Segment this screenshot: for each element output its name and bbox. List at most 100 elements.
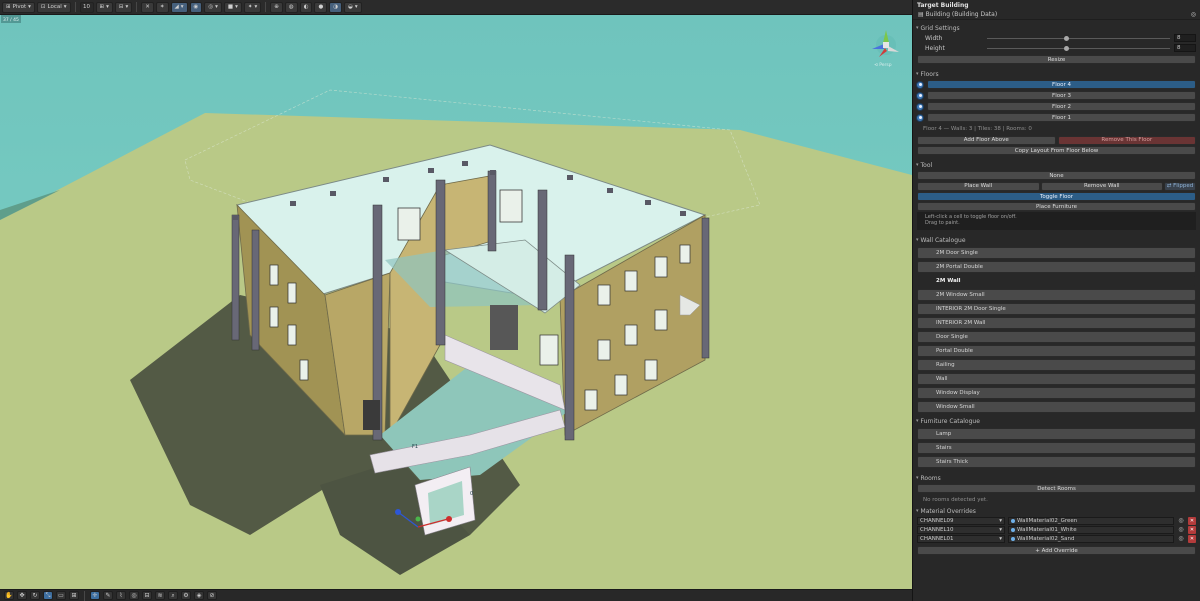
add-override-button[interactable]: + Add Override bbox=[917, 546, 1196, 555]
scene-view-tool-button[interactable]: ⊕ bbox=[270, 1, 283, 13]
pivot-dropdown[interactable]: ⊞ Pivot ▾ bbox=[2, 1, 35, 13]
floor-radio[interactable] bbox=[916, 91, 924, 100]
flipped-toggle[interactable]: ⇄ Flipped bbox=[1164, 181, 1196, 191]
unlit-shading-button[interactable]: ● bbox=[314, 1, 328, 13]
remove-override-button[interactable]: ✕ bbox=[1188, 516, 1196, 525]
tool-none-button[interactable]: None bbox=[917, 171, 1196, 180]
transform-tool-button[interactable]: ⊞ bbox=[69, 591, 79, 600]
custom-tool-6-button[interactable]: ≋ bbox=[155, 591, 165, 600]
floor-radio[interactable] bbox=[916, 113, 924, 122]
target-icon[interactable]: ◎ bbox=[1191, 11, 1196, 18]
scene-visibility-button[interactable]: ◎ ▾ bbox=[204, 1, 222, 13]
move-tool-button[interactable]: ✥ bbox=[17, 591, 27, 600]
wall-catalogue-item[interactable]: INTERIOR 2M Wall bbox=[917, 317, 1196, 329]
resize-button[interactable]: Resize bbox=[917, 55, 1196, 64]
local-dropdown[interactable]: ⊡ Local ▾ bbox=[36, 1, 71, 13]
gizmo-y-handle[interactable] bbox=[415, 516, 421, 522]
custom-tool-2-button[interactable]: ✎ bbox=[103, 591, 113, 600]
component-header[interactable]: ▤ Building (Building Data) ◎ bbox=[913, 10, 1200, 20]
scale-tool-button[interactable]: ⤡ bbox=[43, 591, 53, 600]
floor-button[interactable]: Floor 1 bbox=[927, 113, 1196, 122]
channel-dropdown[interactable]: CHANNEL10 ▾ bbox=[917, 525, 1005, 534]
furniture-catalogue-item[interactable]: Lamp bbox=[917, 428, 1196, 440]
material-field[interactable]: WallMaterial02_Green bbox=[1008, 516, 1174, 525]
wall-catalogue-header[interactable]: ▾ Wall Catalogue bbox=[913, 235, 1200, 245]
channel-dropdown[interactable]: CHANNEL01 ▾ bbox=[917, 534, 1005, 543]
height-field[interactable]: 8 bbox=[1174, 44, 1196, 52]
material-overrides-header[interactable]: ▾ Material Overrides bbox=[913, 506, 1200, 516]
wall-catalogue-item[interactable]: 2M Window Small bbox=[917, 289, 1196, 301]
wall-catalogue-item[interactable]: Window Small bbox=[917, 401, 1196, 413]
furniture-catalogue-item[interactable]: Stairs bbox=[917, 442, 1196, 454]
height-slider[interactable] bbox=[987, 44, 1170, 53]
wall-catalogue-item[interactable]: 2M Wall bbox=[917, 275, 1196, 287]
gizmo-z-handle[interactable] bbox=[395, 509, 401, 515]
slider-knob[interactable] bbox=[1063, 45, 1069, 51]
custom-tool-3-button[interactable]: ⌇ bbox=[116, 591, 126, 600]
target-icon[interactable]: ◎ bbox=[1177, 535, 1185, 543]
wall-catalogue-item[interactable]: INTERIOR 2M Door Single bbox=[917, 303, 1196, 315]
material-field[interactable]: WallMaterial01_White bbox=[1008, 525, 1174, 534]
lighting-toggle-button[interactable]: ✶ bbox=[155, 1, 169, 13]
detect-rooms-button[interactable]: Detect Rooms bbox=[917, 484, 1196, 493]
remove-override-button[interactable]: ✕ bbox=[1188, 525, 1196, 534]
scene-viewport[interactable]: 0 F1 ⊲ Persp 37 / 45 bbox=[0, 15, 912, 589]
remove-floor-button[interactable]: Remove This Floor bbox=[1057, 135, 1196, 145]
camera-button[interactable]: ■ ▾ bbox=[223, 1, 242, 13]
render-mode-button[interactable]: ◒ ▾ bbox=[344, 1, 362, 13]
floor-button[interactable]: Floor 3 bbox=[927, 91, 1196, 100]
toggle-floor-button[interactable]: Toggle Floor bbox=[917, 192, 1196, 201]
floor-radio[interactable] bbox=[916, 80, 924, 89]
remove-wall-button[interactable]: Remove Wall bbox=[1040, 181, 1163, 191]
shaded-button[interactable]: ◑ bbox=[329, 1, 343, 13]
target-icon[interactable]: ◎ bbox=[1177, 517, 1185, 525]
grid-snap-button[interactable]: ⊞ ▾ bbox=[95, 1, 113, 13]
place-furniture-button[interactable]: Place Furniture bbox=[917, 202, 1196, 211]
floor-item[interactable]: Floor 4 bbox=[913, 79, 1200, 90]
scene-canvas[interactable]: 0 F1 ⊲ Persp 37 / 45 bbox=[0, 15, 912, 589]
channel-dropdown[interactable]: CHANNEL09 ▾ bbox=[917, 516, 1005, 525]
rooms-header[interactable]: ▾ Rooms bbox=[913, 473, 1200, 483]
width-field[interactable]: 8 bbox=[1174, 34, 1196, 42]
remove-override-button[interactable]: ✕ bbox=[1188, 534, 1196, 543]
audio-toggle-button[interactable]: ◢ ▾ bbox=[170, 1, 188, 13]
custom-tool-5-button[interactable]: ⊟ bbox=[142, 591, 152, 600]
floor-item[interactable]: Floor 3 bbox=[913, 90, 1200, 101]
wall-catalogue-item[interactable]: Railing bbox=[917, 359, 1196, 371]
copy-layout-button[interactable]: Copy Layout From Floor Below bbox=[917, 146, 1196, 155]
wall-catalogue-item[interactable]: Portal Double bbox=[917, 345, 1196, 357]
slider-knob[interactable] bbox=[1063, 35, 1069, 41]
wall-catalogue-item[interactable]: Window Display bbox=[917, 387, 1196, 399]
snap-increment-button[interactable]: ⊟ ▾ bbox=[114, 1, 133, 13]
custom-tool-1-button[interactable]: ✛ bbox=[90, 591, 100, 600]
floors-header[interactable]: ▾ Floors bbox=[913, 69, 1200, 79]
wall-catalogue-item[interactable]: Wall bbox=[917, 373, 1196, 385]
wireframe-shading-button[interactable]: ◍ bbox=[284, 1, 298, 13]
custom-tool-8-button[interactable]: ⚙ bbox=[181, 591, 191, 600]
rect-tool-button[interactable]: ▭ bbox=[56, 591, 66, 600]
tool-header[interactable]: ▾ Tool bbox=[913, 160, 1200, 170]
wall-catalogue-item[interactable]: 2M Portal Double bbox=[917, 261, 1196, 273]
floor-item[interactable]: Floor 2 bbox=[913, 101, 1200, 112]
floor-radio[interactable] bbox=[916, 102, 924, 111]
furniture-catalogue-header[interactable]: ▾ Furniture Catalogue bbox=[913, 416, 1200, 426]
custom-tool-4-button[interactable]: ◎ bbox=[129, 591, 139, 600]
grid-settings-header[interactable]: ▾ Grid Settings bbox=[913, 23, 1200, 33]
wall-catalogue-item[interactable]: Door Single bbox=[917, 331, 1196, 343]
floor-item[interactable]: Floor 1 bbox=[913, 112, 1200, 123]
gizmos-button[interactable]: ✦ ▾ bbox=[243, 1, 262, 13]
visibility-toggle-button[interactable]: ◉ bbox=[189, 1, 203, 13]
floor-button[interactable]: Floor 4 bbox=[927, 80, 1196, 89]
material-field[interactable]: WallMaterial02_Sand bbox=[1008, 534, 1174, 543]
add-floor-button[interactable]: Add Floor Above bbox=[917, 135, 1056, 145]
rotate-tool-button[interactable]: ↻ bbox=[30, 591, 40, 600]
toggle-2d-button[interactable]: ✕ bbox=[141, 1, 154, 13]
custom-tool-9-button[interactable]: ◈ bbox=[194, 591, 204, 600]
snap-value-field[interactable]: 10 bbox=[79, 1, 94, 13]
gizmo-x-handle[interactable] bbox=[446, 516, 452, 522]
floor-button[interactable]: Floor 2 bbox=[927, 102, 1196, 111]
view-tool-button[interactable]: ✋ bbox=[4, 591, 14, 600]
width-slider[interactable] bbox=[987, 34, 1170, 43]
custom-tool-10-button[interactable]: ⊘ bbox=[207, 591, 217, 600]
place-wall-button[interactable]: Place Wall bbox=[917, 181, 1040, 191]
